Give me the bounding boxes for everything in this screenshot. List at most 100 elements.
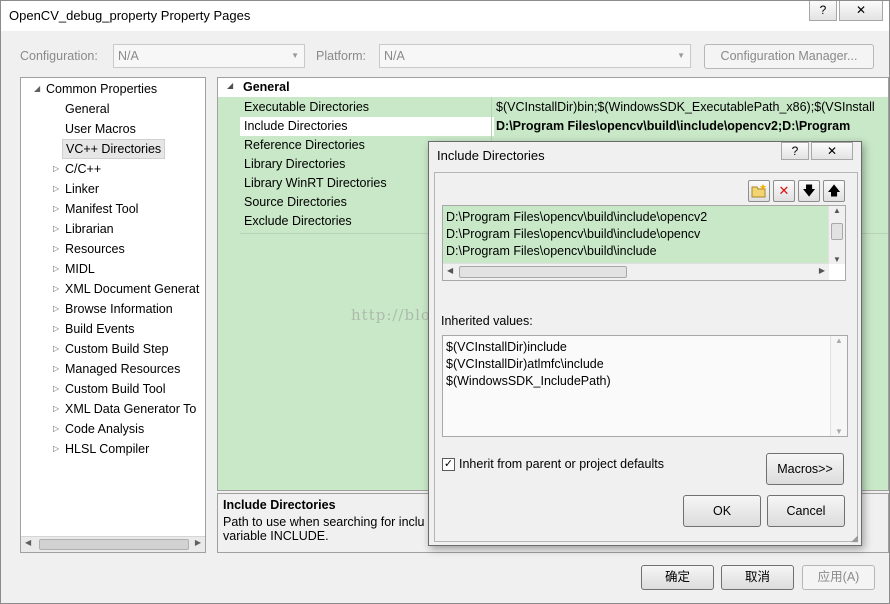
expand-triangle-icon[interactable]: ▷ (53, 439, 59, 459)
help-button[interactable]: ? (809, 1, 837, 21)
expand-triangle-icon[interactable]: ▷ (53, 219, 59, 239)
scrollbar-thumb[interactable] (459, 266, 627, 278)
new-line-button[interactable] (748, 180, 770, 202)
checkmark-icon: ✓ (443, 458, 454, 470)
close-window-button[interactable]: ✕ (839, 1, 883, 21)
delete-line-button[interactable]: ✕ (773, 180, 795, 202)
tree-item-manifest-tool[interactable]: ▷ Manifest Tool (53, 199, 138, 219)
tree-item-resources[interactable]: ▷ Resources (53, 239, 125, 259)
inherit-checkbox-label: Inherit from parent or project defaults (459, 457, 664, 471)
configuration-label: Configuration: (20, 49, 98, 63)
move-up-button[interactable]: 🡅 (823, 180, 845, 202)
list-item: $(WindowsSDK_IncludePath) (446, 374, 611, 388)
tree-item-custom-build-step[interactable]: ▷ Custom Build Step (53, 339, 169, 359)
tree-item-xml-data-generator[interactable]: ▷ XML Data Generator To (53, 399, 196, 419)
tree-item-xml-document-generator[interactable]: ▷ XML Document Generat (53, 279, 199, 299)
expand-triangle-icon[interactable]: ▷ (53, 359, 59, 379)
scroll-down-icon[interactable]: ▼ (833, 255, 841, 264)
title-bar: OpenCV_debug_property Property Pages ? ✕ (1, 1, 889, 31)
tree-item-custom-build-tool[interactable]: ▷ Custom Build Tool (53, 379, 166, 399)
list-item[interactable]: D:\Program Files\opencv\build\include\op… (446, 209, 707, 226)
inherited-vertical-scrollbar[interactable]: ▲ ▼ (830, 336, 847, 436)
arrow-down-icon: 🡇 (802, 183, 816, 198)
tree-item-general[interactable]: General (65, 99, 109, 119)
tree-item-midl[interactable]: ▷ MIDL (53, 259, 95, 279)
list-item: $(VCInstallDir)atlmfc\include (446, 357, 604, 371)
cancel-button[interactable]: 取消 (721, 565, 794, 590)
scroll-left-icon[interactable]: ◀ (447, 266, 453, 275)
tree-item-linker[interactable]: ▷ Linker (53, 179, 99, 199)
dialog-cancel-button[interactable]: Cancel (767, 495, 845, 527)
macros-button[interactable]: Macros>> (766, 453, 844, 485)
scrollbar-thumb[interactable] (39, 539, 189, 550)
tree-item-browse-information[interactable]: ▷ Browse Information (53, 299, 173, 319)
tree-item-cpp[interactable]: ▷ C/C++ (53, 159, 101, 179)
platform-value: N/A (384, 49, 405, 63)
scroll-right-icon[interactable]: ▶ (819, 266, 825, 275)
property-tree: ◢ Common Properties General User Macros … (20, 77, 206, 553)
expand-triangle-icon[interactable]: ▷ (53, 159, 59, 179)
expand-triangle-icon[interactable]: ▷ (53, 239, 59, 259)
close-icon: ✕ (855, 3, 867, 17)
expand-triangle-icon[interactable]: ▷ (53, 399, 59, 419)
expand-triangle-icon[interactable]: ▷ (53, 419, 59, 439)
include-entries-list[interactable]: D:\Program Files\opencv\build\include\op… (442, 205, 846, 281)
inherited-values-list[interactable]: $(VCInstallDir)include $(VCInstallDir)at… (442, 335, 848, 437)
list-item[interactable]: D:\Program Files\opencv\build\include (446, 243, 657, 260)
tree-item-vc-directories[interactable]: VC++ Directories (62, 139, 166, 159)
configuration-combo[interactable]: N/A ▼ (113, 44, 305, 68)
move-down-button[interactable]: 🡇 (798, 180, 820, 202)
expand-triangle-icon[interactable]: ▷ (53, 199, 59, 219)
scroll-right-icon[interactable]: ▶ (195, 538, 201, 547)
inherit-checkbox[interactable]: ✓ (442, 458, 455, 471)
scroll-left-icon[interactable]: ◀ (25, 538, 31, 547)
tree-item-managed-resources[interactable]: ▷ Managed Resources (53, 359, 180, 379)
help-icon: ? (819, 3, 827, 17)
chevron-down-icon: ▼ (291, 51, 299, 60)
expand-triangle-icon[interactable]: ▷ (53, 319, 59, 339)
new-folder-icon (751, 184, 766, 198)
entries-vertical-scrollbar[interactable]: ▲ ▼ (828, 206, 845, 264)
delete-x-icon: ✕ (778, 183, 790, 198)
scroll-up-icon[interactable]: ▲ (833, 206, 841, 215)
ok-button[interactable]: 确定 (641, 565, 714, 590)
window-title: OpenCV_debug_property Property Pages (9, 8, 251, 23)
entries-horizontal-scrollbar[interactable]: ◀ ▶ (443, 263, 829, 280)
resize-grip-icon[interactable]: ◢ (851, 533, 858, 544)
expand-triangle-icon[interactable]: ▷ (53, 179, 59, 199)
tree-item-common-properties[interactable]: ◢ Common Properties (34, 79, 157, 99)
dialog-close-button[interactable]: ✕ (811, 142, 853, 160)
scroll-down-icon[interactable]: ▼ (835, 427, 843, 436)
scrollbar-thumb[interactable] (831, 223, 843, 240)
list-item[interactable]: D:\Program Files\opencv\build\include\op… (446, 226, 700, 243)
configuration-manager-button[interactable]: Configuration Manager... (704, 44, 874, 69)
tree-item-hlsl-compiler[interactable]: ▷ HLSL Compiler (53, 439, 149, 459)
scroll-up-icon[interactable]: ▲ (835, 336, 843, 345)
grid-row-include-directories[interactable]: Include Directories D:\Program Files\ope… (240, 117, 888, 136)
arrow-up-icon: 🡅 (827, 183, 841, 198)
expand-triangle-icon[interactable]: ▷ (53, 279, 59, 299)
grid-section-header[interactable]: ◢ General (218, 78, 888, 97)
tree-item-code-analysis[interactable]: ▷ Code Analysis (53, 419, 144, 439)
dialog-help-button[interactable]: ? (781, 142, 809, 160)
apply-button[interactable]: 应用(A) (802, 565, 875, 590)
platform-label: Platform: (316, 49, 367, 63)
list-item: $(VCInstallDir)include (446, 340, 567, 354)
grid-row-executable-directories[interactable]: Executable Directories $(VCInstallDir)bi… (240, 98, 888, 117)
collapse-triangle-icon[interactable]: ◢ (227, 81, 233, 90)
tree-horizontal-scrollbar[interactable]: ◀ ▶ (21, 536, 205, 552)
chevron-down-icon: ▼ (677, 51, 685, 60)
help-icon: ? (791, 144, 799, 158)
dialog-ok-button[interactable]: OK (683, 495, 761, 527)
configuration-value: N/A (118, 49, 139, 63)
tree-item-librarian[interactable]: ▷ Librarian (53, 219, 114, 239)
property-pages-window: OpenCV_debug_property Property Pages ? ✕… (0, 0, 890, 604)
expand-triangle-icon[interactable]: ▷ (53, 299, 59, 319)
expand-triangle-icon[interactable]: ▷ (53, 339, 59, 359)
tree-item-build-events[interactable]: ▷ Build Events (53, 319, 134, 339)
collapse-triangle-icon[interactable]: ◢ (34, 79, 40, 99)
platform-combo[interactable]: N/A ▼ (379, 44, 691, 68)
expand-triangle-icon[interactable]: ▷ (53, 379, 59, 399)
expand-triangle-icon[interactable]: ▷ (53, 259, 59, 279)
tree-item-user-macros[interactable]: User Macros (65, 119, 136, 139)
